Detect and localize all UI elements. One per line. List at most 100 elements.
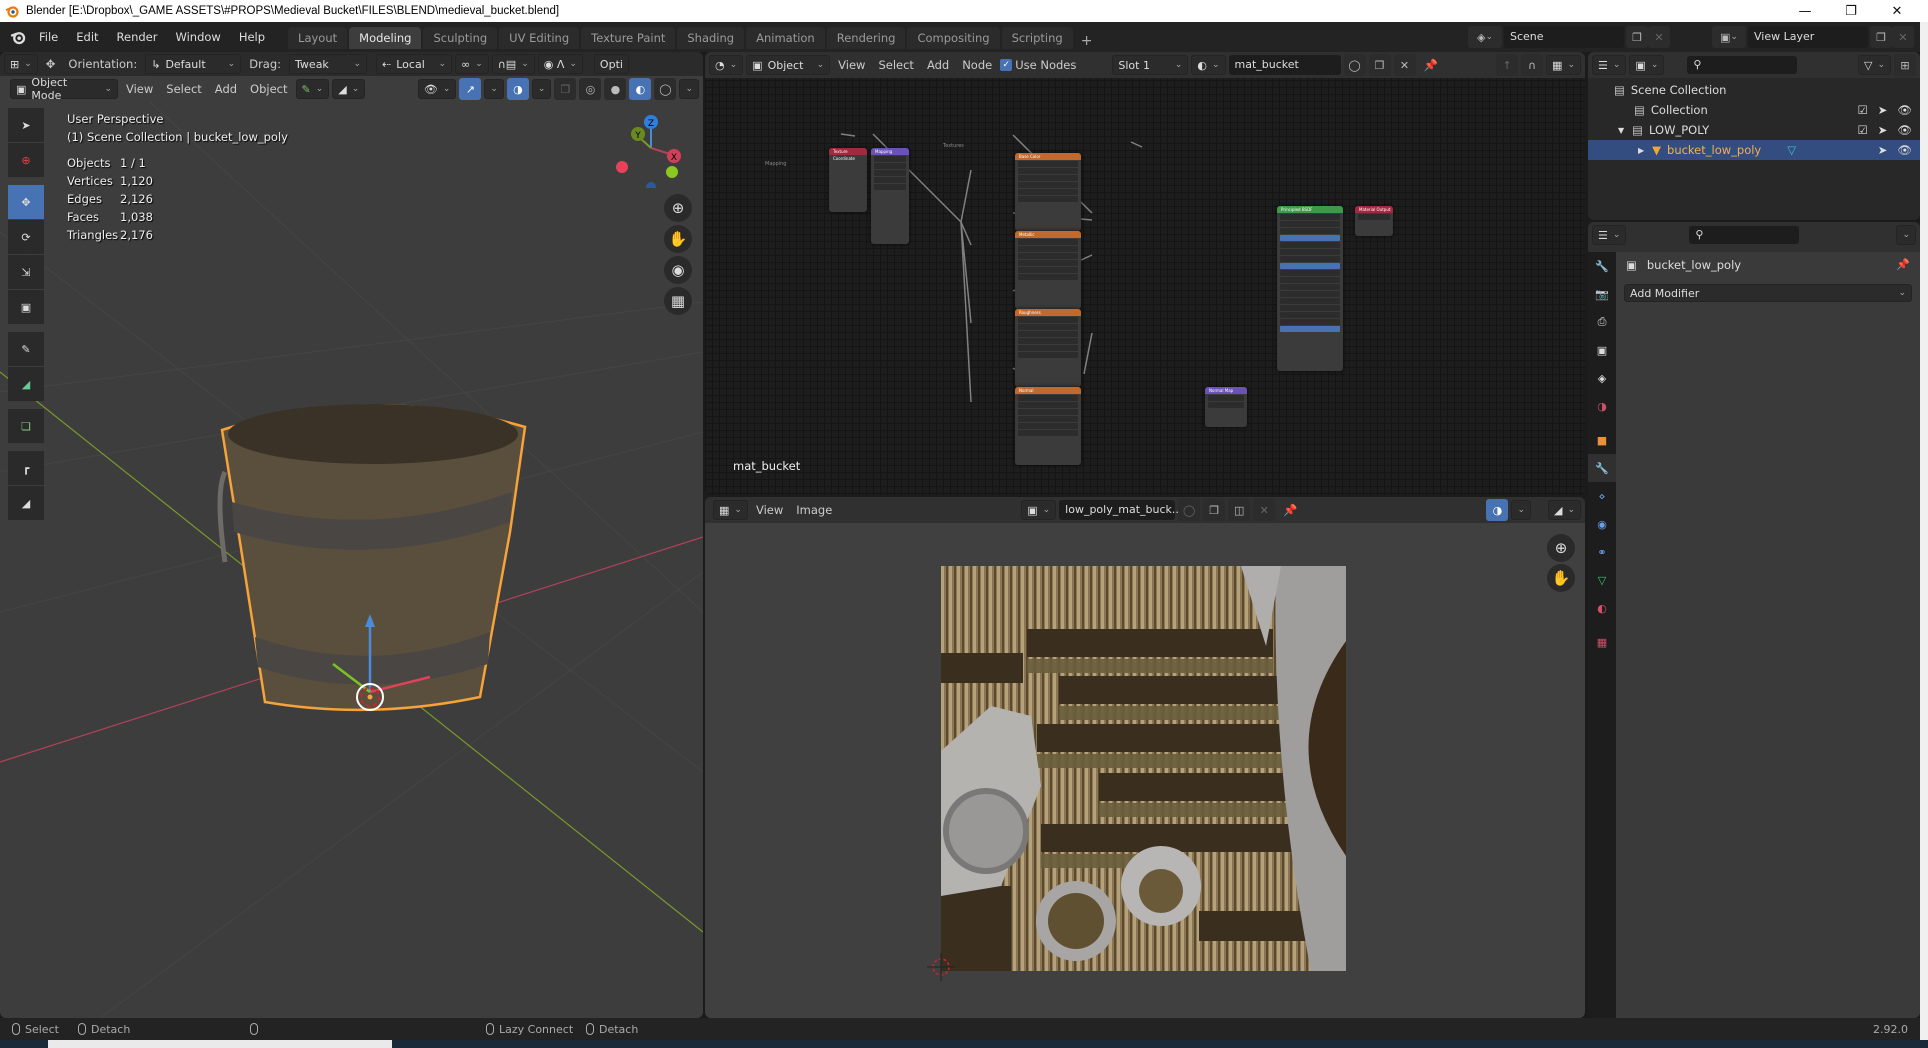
menu-help[interactable]: Help [230, 26, 274, 48]
tab-tool[interactable]: 🔧 [1588, 252, 1616, 280]
menu-add[interactable]: Add [210, 82, 242, 96]
tab-uv-editing[interactable]: UV Editing [499, 27, 580, 49]
image-pin-icon[interactable]: 📌 [1278, 503, 1302, 517]
expand-arrow-icon[interactable]: ▶ [1638, 146, 1644, 155]
tab-render[interactable]: 📷 [1588, 280, 1616, 308]
tab-texture[interactable]: ▦ [1588, 628, 1616, 656]
node-base-color-texture[interactable]: Base Color [1015, 153, 1081, 231]
tab-compositing[interactable]: Compositing [907, 27, 1000, 49]
camera-view-button[interactable]: ◉ [664, 256, 692, 284]
properties-editor[interactable]: ☰ ⌄ ⚲ ⌄ 🔧 📷 ⎙ ▣ ◈ ◑ ■ 🔧 ⋄ ◉ ⚭ ▽ ◐ ▦ ▣ buc… [1588, 222, 1920, 1018]
cursor-tool[interactable]: ⊕ [8, 143, 44, 177]
tab-constraints[interactable]: ⚭ [1588, 538, 1616, 566]
display-mode-icon[interactable]: ▣ ⌄ [1629, 55, 1665, 75]
scene-name-field[interactable]: Scene [1504, 26, 1624, 48]
selectable-icon[interactable]: ➤ [1878, 103, 1888, 117]
visibility-eye-icon[interactable]: 👁 [1897, 143, 1912, 157]
select-box-tool[interactable]: ➤ [8, 108, 44, 142]
unlink-image-icon[interactable]: ✕ [1253, 499, 1276, 521]
image-fake-user-icon[interactable]: ◯ [1178, 499, 1201, 521]
tab-output[interactable]: ⎙ [1588, 308, 1616, 336]
tab-modifiers[interactable]: 🔧 [1588, 454, 1616, 482]
proportional-edit-icon[interactable]: ◉ Λ ⌄ [537, 54, 583, 74]
tab-material[interactable]: ◐ [1588, 594, 1616, 622]
transform-affect-icon[interactable]: ✎ ⌄ [295, 79, 330, 99]
node-roughness-texture[interactable]: Roughness [1015, 309, 1081, 387]
menu-object[interactable]: Object [245, 82, 292, 96]
image-name-field[interactable]: low_poly_mat_buck... [1059, 500, 1182, 520]
navigation-gizmo[interactable]: Z X Y [608, 108, 688, 188]
image-pan-button[interactable]: ✋ [1547, 564, 1575, 592]
exclude-checkbox[interactable]: ☑ [1857, 103, 1867, 117]
ortho-toggle-button[interactable]: ▦ [664, 287, 692, 315]
tab-scripting[interactable]: Scripting [1001, 27, 1073, 49]
overlay-dropdown[interactable]: ⌄ [531, 79, 552, 99]
menu-view[interactable]: View [121, 82, 158, 96]
close-window-button[interactable]: ✕ [1874, 0, 1920, 22]
new-view-layer-icon[interactable]: ❐ [1870, 26, 1892, 48]
image-menu-image[interactable]: Image [791, 503, 837, 517]
menu-file[interactable]: File [30, 26, 67, 48]
tab-layout[interactable]: Layout [288, 27, 348, 49]
scene-icon[interactable]: ◈ ⌄ [1468, 26, 1502, 48]
selectable-icon[interactable]: ➤ [1878, 123, 1888, 137]
tab-scene[interactable]: ◈ [1588, 364, 1616, 392]
properties-options-dropdown[interactable]: ⌄ [1896, 225, 1916, 245]
extrude-tool[interactable]: ┏ [8, 451, 44, 485]
outliner-item-low-poly[interactable]: ▼ ▤ LOW_POLY ☑ ➤ 👁 [1588, 120, 1920, 140]
open-image-icon[interactable]: ◫ [1228, 499, 1251, 521]
visibility-icon[interactable]: 👁 ⌄ [417, 79, 457, 99]
pin-icon[interactable]: 📌 [1896, 258, 1910, 271]
mode-dropdown[interactable]: ▣ Object Mode ⌄ [10, 76, 118, 102]
visibility-eye-icon[interactable]: 👁 [1897, 123, 1912, 137]
tab-particles[interactable]: ⋄ [1588, 482, 1616, 510]
node-normal-texture[interactable]: Normal [1015, 387, 1081, 465]
gizmo-dropdown[interactable]: ⌄ [484, 79, 504, 99]
delete-scene-icon[interactable]: ✕ [1648, 26, 1670, 48]
image-browse-icon[interactable]: ▣ ⌄ [1021, 500, 1057, 520]
pivot-dropdown[interactable]: ⇠ Local ⌄ [376, 54, 453, 74]
view-layer-icon[interactable]: ▣ ⌄ [1712, 26, 1746, 48]
restore-button[interactable]: ❐ [1828, 0, 1874, 22]
outliner-item-scene-collection[interactable]: ▤ Scene Collection [1588, 80, 1920, 100]
filter-icon[interactable]: ▽ ⌄ [1857, 55, 1891, 75]
view-layer-field[interactable]: View Layer [1748, 26, 1868, 48]
node-material-output[interactable]: Material Output [1355, 206, 1393, 236]
menu-select[interactable]: Select [161, 82, 206, 96]
tab-data[interactable]: ▽ [1588, 566, 1616, 594]
transform-tool[interactable]: ▣ [8, 290, 44, 324]
new-scene-icon[interactable]: ❐ [1626, 26, 1648, 48]
tab-world[interactable]: ◑ [1588, 392, 1616, 420]
menu-render[interactable]: Render [108, 26, 167, 48]
annotate-tool[interactable]: ✎ [8, 332, 44, 366]
scale-tool[interactable]: ⇲ [8, 255, 44, 289]
selectable-icon[interactable]: ➤ [1878, 143, 1888, 157]
add-cube-tool[interactable]: ❏ [8, 409, 44, 443]
add-workspace-button[interactable]: + [1075, 33, 1099, 49]
drag-dropdown[interactable]: Tweak ⌄ [289, 54, 368, 74]
image-editor-type-icon[interactable]: ▦ ⌄ [713, 500, 748, 520]
move-tool[interactable]: ✥ [8, 185, 44, 219]
outliner-search-field[interactable]: ⚲ [1687, 56, 1798, 74]
node-metallic-texture[interactable]: Metallic [1015, 231, 1081, 309]
move-gizmo-icon[interactable]: ✥ [41, 57, 61, 71]
tab-rendering[interactable]: Rendering [826, 27, 906, 49]
material-preview-shading-icon[interactable]: ◐ [629, 78, 652, 100]
node-texture-coordinate[interactable]: Texture Coordinate [829, 148, 867, 212]
taskbar-window-preview[interactable] [48, 1040, 392, 1048]
menu-window[interactable]: Window [166, 26, 229, 48]
properties-search-field[interactable]: ⚲ [1689, 226, 1800, 244]
tab-animation[interactable]: Animation [746, 27, 825, 49]
options-dropdown[interactable]: Opti [593, 54, 629, 74]
image-zoom-button[interactable]: ⊕ [1547, 534, 1575, 562]
expand-arrow-icon[interactable]: ▼ [1618, 126, 1624, 135]
image-overlay-icon[interactable]: ◑ [1486, 499, 1509, 521]
zoom-view-button[interactable]: ⊕ [664, 194, 692, 222]
new-image-icon[interactable]: ❐ [1203, 499, 1226, 521]
solid-shading-icon[interactable]: ● [604, 78, 627, 100]
pan-view-button[interactable]: ✋ [664, 225, 692, 253]
minimize-button[interactable]: — [1782, 0, 1828, 22]
tab-modeling[interactable]: Modeling [349, 27, 422, 49]
tab-sculpting[interactable]: Sculpting [423, 27, 498, 49]
transform-pivot-icon[interactable]: ⊞ ⌄ [4, 54, 38, 74]
